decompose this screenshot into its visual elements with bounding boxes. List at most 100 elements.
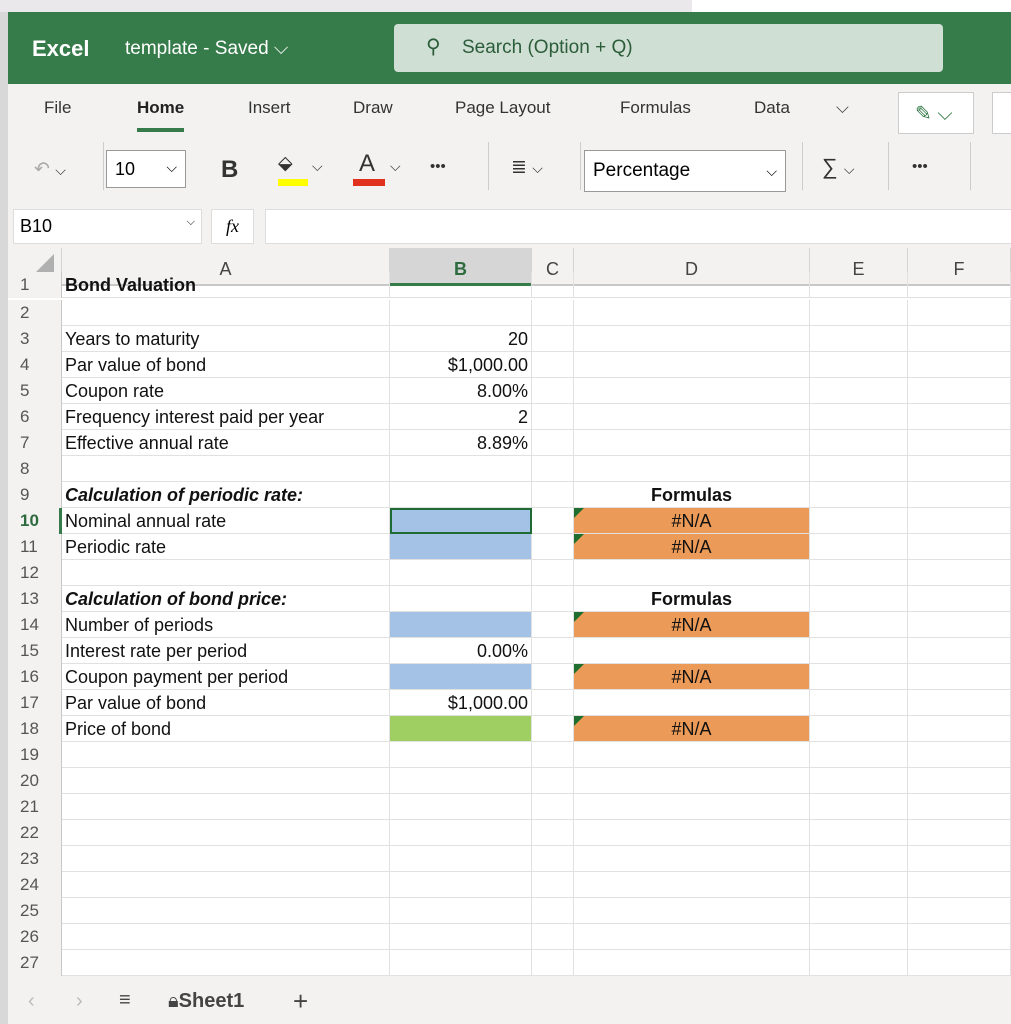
search-box[interactable]: ⚲ Search (Option + Q) [394,24,943,72]
cell-d16[interactable]: #N/A [574,664,810,690]
cell-e25[interactable] [810,898,908,924]
cell-f26[interactable] [908,924,1011,950]
cell-e11[interactable] [810,534,908,560]
next-sheet-button[interactable]: › [76,990,83,1013]
cell-e10[interactable] [810,508,908,534]
cell-c20[interactable] [532,768,574,794]
cell-e14[interactable] [810,612,908,638]
row-header[interactable]: 3 [8,326,62,352]
cell-f4[interactable] [908,352,1011,378]
cell-e15[interactable] [810,638,908,664]
cell-f2[interactable] [908,300,1011,326]
row-header[interactable]: 2 [8,300,62,326]
cell-e6[interactable] [810,404,908,430]
cell-f16[interactable] [908,664,1011,690]
cell-f25[interactable] [908,898,1011,924]
cell-d19[interactable] [574,742,810,768]
cell-b17[interactable]: $1,000.00 [390,690,532,716]
cell-e13[interactable] [810,586,908,612]
cell-b5[interactable]: 8.00% [390,378,532,404]
cell-c6[interactable] [532,404,574,430]
cell-d17[interactable] [574,690,810,716]
cell-a23[interactable] [62,846,390,872]
cell-b1[interactable] [390,272,532,298]
cell-a26[interactable] [62,924,390,950]
cell-e17[interactable] [810,690,908,716]
cell-b19[interactable] [390,742,532,768]
cell-b24[interactable] [390,872,532,898]
cell-a1[interactable]: Bond Valuation [62,272,390,298]
cell-c17[interactable] [532,690,574,716]
cell-c5[interactable] [532,378,574,404]
cell-b8[interactable] [390,456,532,482]
row-header[interactable]: 1 [8,272,62,298]
spreadsheet-grid[interactable]: A B C D E F 1 Bond Valuation 2 3 Years to ma… [8,248,1011,976]
tab-formulas[interactable]: Formulas [620,98,691,118]
cell-a5[interactable]: Coupon rate [62,378,390,404]
cell-c12[interactable] [532,560,574,586]
cell-e18[interactable] [810,716,908,742]
cell-a6[interactable]: Frequency interest paid per year [62,404,390,430]
cell-d11[interactable]: #N/A [574,534,810,560]
cell-f17[interactable] [908,690,1011,716]
cell-b3[interactable]: 20 [390,326,532,352]
cell-a12[interactable] [62,560,390,586]
cell-f14[interactable] [908,612,1011,638]
row-header[interactable]: 19 [8,742,62,768]
row-header[interactable]: 14 [8,612,62,638]
cell-f23[interactable] [908,846,1011,872]
cell-e21[interactable] [810,794,908,820]
cell-f10[interactable] [908,508,1011,534]
cell-e23[interactable] [810,846,908,872]
cell-f21[interactable] [908,794,1011,820]
cell-d9[interactable]: Formulas [574,482,810,508]
row-header[interactable]: 26 [8,924,62,950]
cell-c2[interactable] [532,300,574,326]
row-header[interactable]: 17 [8,690,62,716]
cell-f6[interactable] [908,404,1011,430]
font-color-dropdown[interactable]: ⌵ [390,158,401,175]
tab-draw[interactable]: Draw [353,98,393,118]
cell-e24[interactable] [810,872,908,898]
row-header[interactable]: 24 [8,872,62,898]
cell-c3[interactable] [532,326,574,352]
cell-a14[interactable]: Number of periods [62,612,390,638]
cell-e12[interactable] [810,560,908,586]
cell-c11[interactable] [532,534,574,560]
cell-a17[interactable]: Par value of bond [62,690,390,716]
cell-d21[interactable] [574,794,810,820]
cell-a21[interactable] [62,794,390,820]
cell-a19[interactable] [62,742,390,768]
cell-a2[interactable] [62,300,390,326]
cell-a27[interactable] [62,950,390,976]
cell-a13[interactable]: Calculation of bond price: [62,586,390,612]
cell-b12[interactable] [390,560,532,586]
cell-f15[interactable] [908,638,1011,664]
cell-c27[interactable] [532,950,574,976]
row-header[interactable]: 4 [8,352,62,378]
ribbon-option-button[interactable] [992,92,1011,134]
cell-e20[interactable] [810,768,908,794]
cell-d14[interactable]: #N/A [574,612,810,638]
row-header[interactable]: 27 [8,950,62,976]
cell-a25[interactable] [62,898,390,924]
cell-f3[interactable] [908,326,1011,352]
cell-a15[interactable]: Interest rate per period [62,638,390,664]
cell-f22[interactable] [908,820,1011,846]
tab-data[interactable]: Data [754,98,790,118]
row-header[interactable]: 13 [8,586,62,612]
cell-c15[interactable] [532,638,574,664]
more-font-options-button[interactable]: ••• [430,158,446,175]
cell-f24[interactable] [908,872,1011,898]
more-tabs-chevron-icon[interactable]: ⌵ [836,98,849,118]
cell-d23[interactable] [574,846,810,872]
draw-pen-button[interactable]: ✎ ⌵ [898,92,974,134]
cell-b15[interactable]: 0.00% [390,638,532,664]
row-header[interactable]: 16 [8,664,62,690]
row-header[interactable]: 6 [8,404,62,430]
cell-e4[interactable] [810,352,908,378]
sheet-tab-sheet1[interactable]: 🔒︎Sheet1 [168,990,244,1013]
cell-b23[interactable] [390,846,532,872]
row-header[interactable]: 23 [8,846,62,872]
cell-b11[interactable] [390,534,532,560]
